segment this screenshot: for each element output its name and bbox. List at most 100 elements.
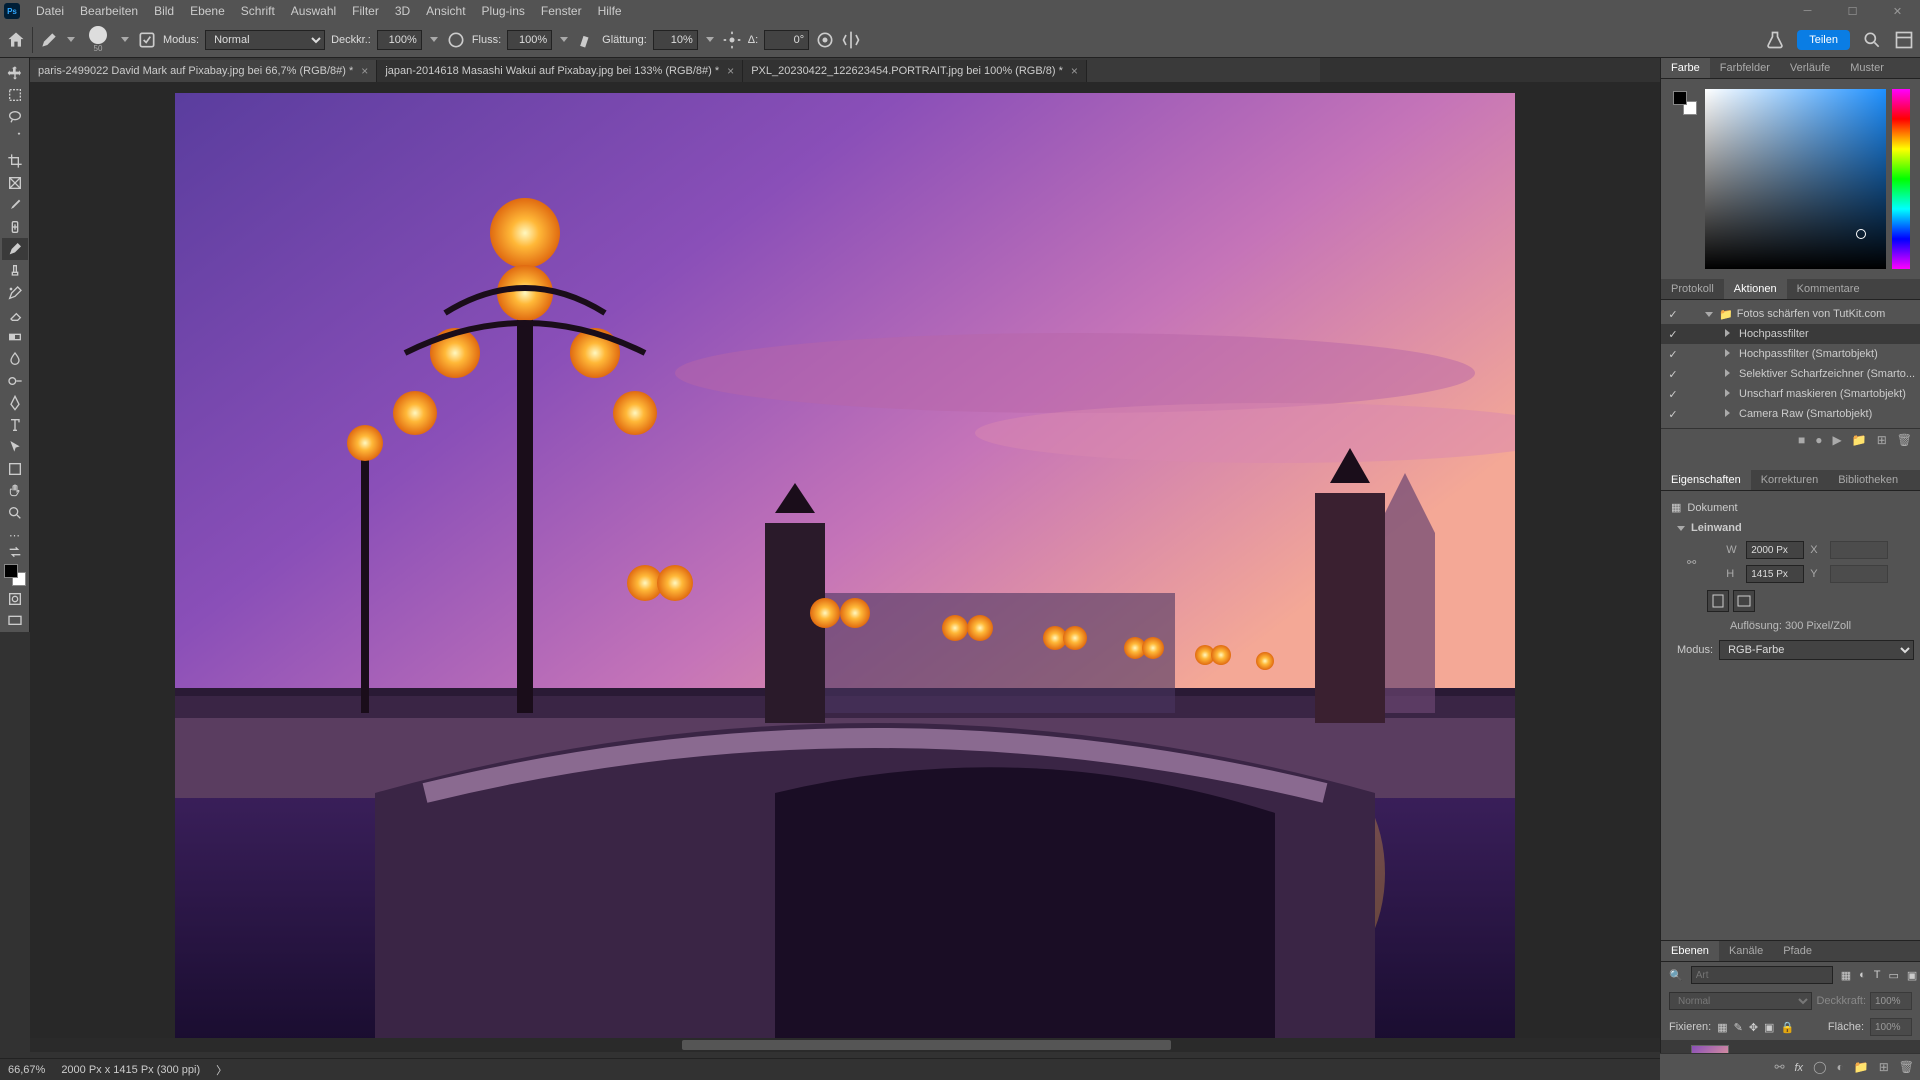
tab-close-icon[interactable]: × — [361, 64, 368, 78]
action-newset-icon[interactable]: 📁 — [1852, 433, 1867, 447]
brush-picker-dropdown[interactable] — [119, 30, 131, 50]
x-input[interactable] — [1830, 541, 1888, 559]
doc-tab-2[interactable]: japan-2014618 Masashi Wakui auf Pixabay.… — [377, 60, 743, 82]
tab-bibliotheken[interactable]: Bibliotheken — [1828, 470, 1908, 490]
quickmask-icon[interactable] — [2, 588, 28, 610]
menu-hilfe[interactable]: Hilfe — [590, 1, 630, 21]
tab-farbe[interactable]: Farbe — [1661, 58, 1710, 78]
canvas[interactable] — [30, 82, 1660, 1052]
filter-shape-icon[interactable]: ▭ — [1889, 969, 1899, 982]
angle-input[interactable] — [764, 30, 809, 50]
wand-tool[interactable] — [2, 128, 28, 150]
action-set[interactable]: ✓📁Fotos schärfen von TutKit.com — [1661, 304, 1920, 324]
tab-verlaeufe[interactable]: Verläufe — [1780, 58, 1840, 78]
current-tool-icon[interactable] — [39, 30, 59, 50]
dodge-tool[interactable] — [2, 370, 28, 392]
minimize-button[interactable]: ─ — [1785, 0, 1830, 22]
action-new-icon[interactable]: ⊞ — [1877, 433, 1887, 447]
lock-artboard-icon[interactable]: ▣ — [1764, 1021, 1774, 1034]
tab-pfade[interactable]: Pfade — [1773, 941, 1822, 961]
opacity-dropdown[interactable] — [428, 30, 440, 50]
tab-ebenen[interactable]: Ebenen — [1661, 941, 1719, 961]
zoom-level[interactable]: 66,67% — [8, 1064, 45, 1076]
lasso-tool[interactable] — [2, 106, 28, 128]
horizontal-scrollbar[interactable] — [30, 1038, 1660, 1052]
workspace-icon[interactable] — [1894, 30, 1914, 50]
smoothing-input[interactable] — [653, 30, 698, 50]
marquee-tool[interactable] — [2, 84, 28, 106]
move-tool[interactable] — [2, 62, 28, 84]
action-stop-icon[interactable]: ■ — [1798, 433, 1805, 447]
opacity-input[interactable] — [377, 30, 422, 50]
crop-tool[interactable] — [2, 150, 28, 172]
screenmode-icon[interactable] — [2, 610, 28, 632]
tab-close-icon[interactable]: × — [1071, 64, 1078, 78]
text-tool[interactable] — [2, 414, 28, 436]
doc-tab-3[interactable]: PXL_20230422_122623454.PORTRAIT.jpg bei … — [743, 60, 1087, 82]
brush-preview[interactable]: 50 — [83, 25, 113, 55]
width-input[interactable] — [1746, 541, 1804, 559]
tab-korrekturen[interactable]: Korrekturen — [1751, 470, 1828, 490]
filter-smart-icon[interactable]: ▣ — [1907, 969, 1917, 982]
menu-plugins[interactable]: Plug-ins — [474, 1, 533, 21]
color-field[interactable] — [1705, 89, 1886, 269]
portrait-icon[interactable] — [1707, 590, 1729, 612]
new-layer-icon[interactable]: ⊞ — [1879, 1060, 1889, 1074]
lock-trans-icon[interactable]: ▦ — [1717, 1021, 1727, 1034]
menu-ansicht[interactable]: Ansicht — [418, 1, 473, 21]
gradient-tool[interactable] — [2, 326, 28, 348]
menu-3d[interactable]: 3D — [387, 1, 418, 21]
landscape-icon[interactable] — [1733, 590, 1755, 612]
action-item[interactable]: ✓Hochpassfilter — [1661, 324, 1920, 344]
mask-icon[interactable]: ◯ — [1813, 1060, 1826, 1074]
action-item[interactable]: ✓Hochpassfilter (Smartobjekt) — [1661, 344, 1920, 364]
color-mode-select[interactable]: RGB-Farbe — [1719, 640, 1914, 660]
stamp-tool[interactable] — [2, 260, 28, 282]
filter-text-icon[interactable]: T — [1874, 969, 1881, 981]
action-record-icon[interactable]: ● — [1815, 433, 1822, 447]
group-icon[interactable]: 📁 — [1854, 1060, 1869, 1074]
healing-tool[interactable] — [2, 216, 28, 238]
flow-input[interactable] — [507, 30, 552, 50]
tab-protokoll[interactable]: Protokoll — [1661, 279, 1724, 299]
delete-layer-icon[interactable]: 🗑 — [1899, 1060, 1914, 1074]
adjustment-icon[interactable]: ◐ — [1837, 1060, 1844, 1074]
doc-tab-1[interactable]: paris-2499022 David Mark auf Pixabay.jpg… — [30, 60, 377, 82]
link-icon[interactable]: ⚯ — [1687, 556, 1696, 569]
layer-filter-input[interactable] — [1691, 966, 1833, 984]
share-button[interactable]: Teilen — [1797, 30, 1850, 50]
symmetry-icon[interactable] — [841, 30, 861, 50]
history-brush-tool[interactable] — [2, 282, 28, 304]
edit-toolbar[interactable]: ⋯ — [2, 524, 28, 546]
tab-kanaele[interactable]: Kanäle — [1719, 941, 1773, 961]
airbrush-icon[interactable] — [576, 30, 596, 50]
action-item[interactable]: ✓Selektiver Scharfzeichner (Smarto... — [1661, 364, 1920, 384]
lock-all-icon[interactable]: 🔒 — [1780, 1021, 1794, 1034]
hue-slider[interactable] — [1892, 89, 1910, 269]
fx-icon[interactable]: fx — [1795, 1060, 1804, 1074]
height-input[interactable] — [1746, 565, 1804, 583]
menu-filter[interactable]: Filter — [344, 1, 387, 21]
eraser-tool[interactable] — [2, 304, 28, 326]
swap-colors-icon[interactable] — [2, 546, 28, 558]
flow-dropdown[interactable] — [558, 30, 570, 50]
filter-pixel-icon[interactable]: ▦ — [1841, 969, 1851, 982]
brush-tool[interactable] — [2, 238, 28, 260]
beaker-icon[interactable] — [1765, 30, 1785, 50]
tool-preset-dropdown[interactable] — [65, 30, 77, 50]
filter-adjust-icon[interactable]: ◐ — [1859, 969, 1866, 981]
link-layers-icon[interactable]: ⚯ — [1774, 1060, 1784, 1074]
size-pressure-icon[interactable] — [815, 30, 835, 50]
section-leinwand[interactable]: Leinwand — [1691, 522, 1742, 534]
tab-eigenschaften[interactable]: Eigenschaften — [1661, 470, 1751, 490]
menu-schrift[interactable]: Schrift — [233, 1, 283, 21]
opacity-pressure-icon[interactable] — [446, 30, 466, 50]
color-swatches[interactable] — [2, 562, 28, 588]
action-item[interactable]: ✓Camera Raw (Smartobjekt) — [1661, 404, 1920, 424]
pen-tool[interactable] — [2, 392, 28, 414]
y-input[interactable] — [1830, 565, 1888, 583]
menu-auswahl[interactable]: Auswahl — [283, 1, 344, 21]
action-play-icon[interactable]: ▶ — [1833, 433, 1842, 447]
menu-bild[interactable]: Bild — [146, 1, 182, 21]
layer-opacity-input[interactable] — [1870, 992, 1912, 1010]
